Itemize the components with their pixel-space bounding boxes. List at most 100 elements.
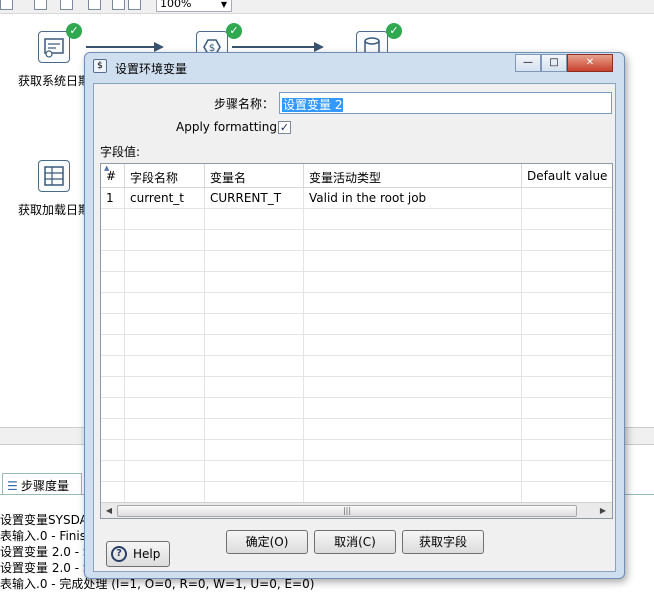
empty-cell[interactable] [522, 377, 612, 398]
empty-table-row[interactable] [101, 209, 612, 230]
empty-cell[interactable] [101, 398, 125, 419]
fields-table[interactable]: ▲ # 字段名称 变量名 变量活动类型 Default value 1 curr… [100, 163, 613, 519]
scrollbar-thumb[interactable]: ||| [117, 505, 577, 517]
empty-cell[interactable] [125, 335, 205, 356]
empty-cell[interactable] [101, 209, 125, 230]
step-name-input[interactable]: 设置变量 2 [279, 92, 612, 114]
empty-cell[interactable] [101, 482, 125, 503]
empty-cell[interactable] [101, 461, 125, 482]
empty-cell[interactable] [522, 356, 612, 377]
empty-cell[interactable] [101, 377, 125, 398]
empty-table-row[interactable] [101, 314, 612, 335]
empty-cell[interactable] [205, 251, 304, 272]
empty-cell[interactable] [304, 356, 522, 377]
debug-icon[interactable] [60, 0, 73, 10]
empty-cell[interactable] [304, 440, 522, 461]
empty-cell[interactable] [101, 251, 125, 272]
sql-icon[interactable] [128, 0, 141, 10]
field-name-cell[interactable]: current_t [125, 188, 205, 209]
empty-cell[interactable] [522, 461, 612, 482]
empty-cell[interactable] [125, 293, 205, 314]
close-button[interactable]: ✕ [567, 54, 613, 72]
column-header-default-value[interactable]: Default value [522, 164, 612, 188]
empty-cell[interactable] [125, 314, 205, 335]
empty-table-row[interactable] [101, 419, 612, 440]
empty-cell[interactable] [522, 440, 612, 461]
table-row[interactable]: 1 current_t CURRENT_T Valid in the root … [101, 188, 612, 209]
empty-cell[interactable] [522, 419, 612, 440]
empty-cell[interactable] [101, 230, 125, 251]
column-header-index[interactable]: ▲ # [101, 164, 125, 188]
empty-cell[interactable] [205, 230, 304, 251]
empty-cell[interactable] [522, 314, 612, 335]
empty-cell[interactable] [125, 398, 205, 419]
empty-cell[interactable] [304, 209, 522, 230]
empty-cell[interactable] [205, 293, 304, 314]
zoom-select[interactable]: 100% ▼ [156, 0, 232, 12]
empty-cell[interactable] [522, 251, 612, 272]
run-icon[interactable] [0, 0, 13, 10]
empty-cell[interactable] [304, 482, 522, 503]
step-get-system-date[interactable] [38, 31, 70, 63]
empty-cell[interactable] [125, 230, 205, 251]
dialog-titlebar[interactable]: $ 设置环境变量 — □ ✕ [85, 53, 624, 81]
empty-cell[interactable] [205, 398, 304, 419]
empty-cell[interactable] [101, 293, 125, 314]
hop-line[interactable] [232, 46, 316, 48]
empty-table-row[interactable] [101, 461, 612, 482]
replay-icon[interactable] [88, 0, 101, 10]
default-value-cell[interactable] [522, 188, 612, 209]
empty-cell[interactable] [304, 398, 522, 419]
analyze-icon[interactable] [112, 0, 125, 10]
empty-table-row[interactable] [101, 272, 612, 293]
empty-cell[interactable] [522, 230, 612, 251]
variable-scope-cell[interactable]: Valid in the root job [304, 188, 522, 209]
empty-table-row[interactable] [101, 398, 612, 419]
empty-cell[interactable] [522, 209, 612, 230]
empty-cell[interactable] [522, 293, 612, 314]
empty-cell[interactable] [304, 293, 522, 314]
step-get-load-date[interactable] [38, 160, 70, 192]
empty-cell[interactable] [101, 335, 125, 356]
preview-icon[interactable] [34, 0, 47, 10]
column-header-variable-name[interactable]: 变量名 [205, 164, 304, 188]
empty-cell[interactable] [205, 419, 304, 440]
empty-cell[interactable] [125, 209, 205, 230]
empty-cell[interactable] [125, 440, 205, 461]
empty-cell[interactable] [101, 272, 125, 293]
empty-table-row[interactable] [101, 230, 612, 251]
empty-cell[interactable] [304, 272, 522, 293]
empty-cell[interactable] [304, 314, 522, 335]
scroll-right-icon[interactable]: ▶ [597, 505, 609, 517]
empty-cell[interactable] [522, 482, 612, 503]
column-header-variable-scope[interactable]: 变量活动类型 [304, 164, 522, 188]
empty-cell[interactable] [205, 482, 304, 503]
empty-cell[interactable] [304, 230, 522, 251]
empty-cell[interactable] [205, 335, 304, 356]
empty-cell[interactable] [205, 272, 304, 293]
empty-cell[interactable] [125, 461, 205, 482]
empty-cell[interactable] [125, 419, 205, 440]
empty-cell[interactable] [205, 440, 304, 461]
empty-cell[interactable] [304, 461, 522, 482]
empty-cell[interactable] [205, 356, 304, 377]
hop-line[interactable] [86, 46, 156, 48]
scroll-left-icon[interactable]: ◀ [103, 505, 115, 517]
variable-name-cell[interactable]: CURRENT_T [205, 188, 304, 209]
empty-cell[interactable] [205, 314, 304, 335]
empty-cell[interactable] [522, 398, 612, 419]
empty-table-row[interactable] [101, 482, 612, 503]
minimize-button[interactable]: — [515, 54, 541, 72]
empty-cell[interactable] [304, 377, 522, 398]
horizontal-scrollbar[interactable]: ◀ ||| ▶ [101, 502, 612, 518]
empty-cell[interactable] [125, 482, 205, 503]
empty-cell[interactable] [205, 461, 304, 482]
empty-table-row[interactable] [101, 377, 612, 398]
cancel-button[interactable]: 取消(C) [314, 530, 396, 554]
empty-cell[interactable] [101, 440, 125, 461]
help-button[interactable]: ? Help [106, 541, 170, 567]
get-fields-button[interactable]: 获取字段 [402, 530, 484, 554]
empty-cell[interactable] [125, 251, 205, 272]
empty-cell[interactable] [522, 272, 612, 293]
empty-cell[interactable] [125, 272, 205, 293]
